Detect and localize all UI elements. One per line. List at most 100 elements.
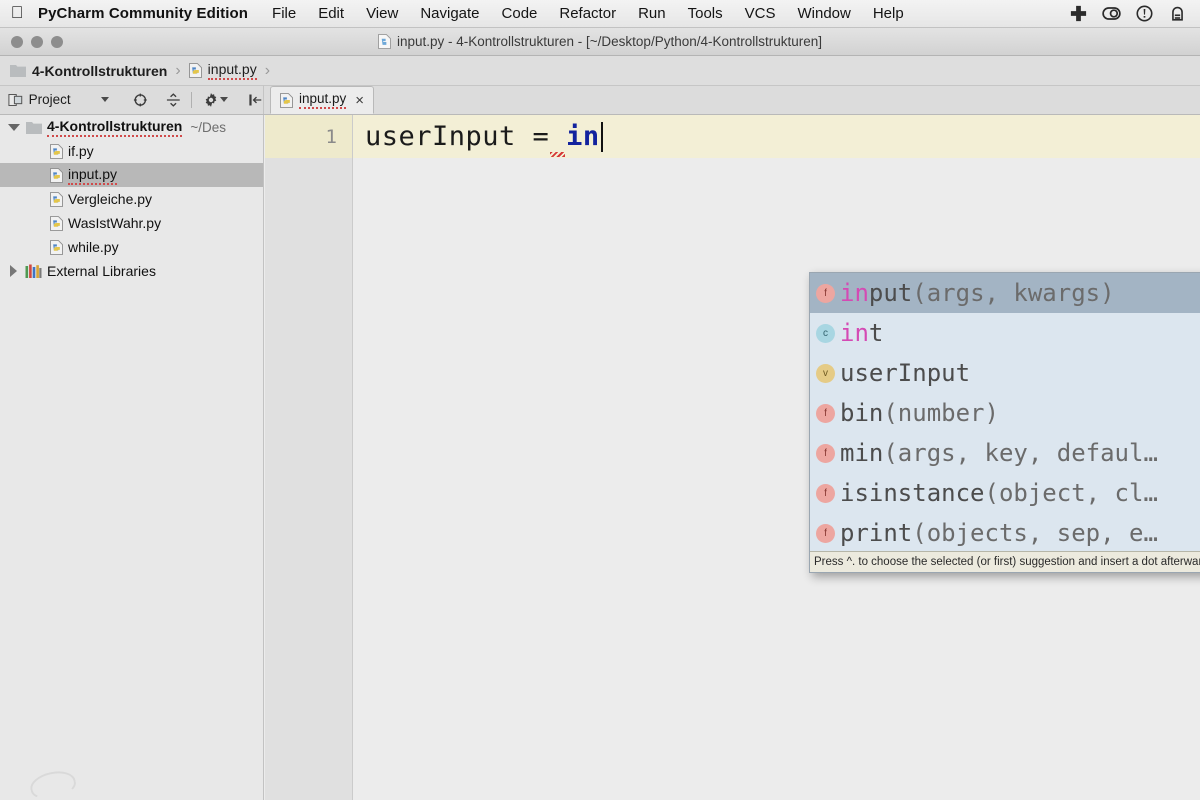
completion-args: (object, cl… [984, 479, 1158, 507]
editor-tab-label: input.py [299, 91, 347, 109]
menu-navigate[interactable]: Navigate [409, 5, 490, 22]
menu-file[interactable]: File [261, 5, 307, 22]
apple-logo-icon[interactable]:  [0, 3, 34, 25]
completion-match-prefix: in [840, 279, 869, 307]
completion-name-rest: print [840, 519, 913, 547]
gear-button[interactable] [203, 92, 229, 108]
completion-name-rest: put [868, 279, 913, 307]
completion-item-label: int [840, 319, 883, 347]
breadcrumb-item-project[interactable]: 4-Kontrollstrukturen [10, 63, 167, 79]
macos-menubar:  PyCharm Community Edition File Edit Vi… [0, 0, 1200, 28]
completion-item-label: min(args, key, defaul… [840, 439, 1158, 467]
breadcrumb: 4-Kontrollstrukturen › input.py › [0, 56, 1200, 86]
window-title: input.py - 4-Kontrollstrukturen - [~/Des… [0, 34, 1200, 49]
completion-item-label: isinstance(object, cl… [840, 479, 1158, 507]
project-panel-icon[interactable] [8, 92, 23, 108]
folder-icon [10, 65, 26, 77]
window-titlebar: input.py - 4-Kontrollstrukturen - [~/Des… [0, 28, 1200, 56]
editor-tabstrip: input.py × [264, 85, 1200, 114]
python-file-icon [50, 191, 63, 207]
function-icon: f [816, 403, 835, 423]
close-icon[interactable]: × [355, 92, 364, 109]
tree-row-external-libraries[interactable]: External Libraries [0, 259, 263, 283]
completion-name-rest: isinstance [840, 479, 985, 507]
completion-name-rest: min [840, 439, 884, 467]
python-file-icon [50, 167, 63, 183]
editor-tab-input-py[interactable]: input.py × [270, 86, 375, 114]
completion-item-label: userInput [840, 359, 970, 387]
completion-item-bin[interactable]: f bin(number) builtins [810, 393, 1200, 433]
completion-list[interactable]: f input(args, kwargs) builtins c int bui… [810, 273, 1200, 553]
plus-cross-icon[interactable] [1069, 4, 1088, 23]
hide-panel-icon[interactable] [248, 92, 263, 108]
pycharm-window:  PyCharm Community Edition File Edit Vi… [0, 0, 1200, 800]
breadcrumb-file-label: input.py [207, 61, 257, 80]
tree-row-root[interactable]: 4-Kontrollstrukturen ~/Des [0, 115, 263, 139]
creative-cloud-icon[interactable] [1102, 4, 1121, 23]
menu-view[interactable]: View [355, 5, 409, 22]
completion-item-input[interactable]: f input(args, kwargs) builtins [810, 273, 1200, 313]
menu-help[interactable]: Help [862, 5, 915, 22]
menu-edit[interactable]: Edit [307, 5, 355, 22]
function-icon: f [816, 443, 835, 463]
toolbar-separator [191, 91, 193, 108]
breadcrumb-separator-1: › [175, 61, 181, 79]
menu-vcs[interactable]: VCS [734, 5, 787, 22]
editor-gutter [265, 115, 353, 800]
tree-file-label: Vergleiche.py [68, 191, 153, 207]
completion-args: (args, key, defaul… [883, 439, 1158, 467]
folder-icon [26, 121, 42, 134]
function-icon: f [816, 283, 835, 303]
background-artifact [27, 767, 79, 800]
chevron-down-icon[interactable] [100, 97, 109, 102]
completion-args: (number) [883, 399, 999, 427]
python-file-icon [188, 63, 202, 78]
tree-file-label: WasIstWahr.py [68, 215, 162, 231]
completion-item-isinstance[interactable]: f isinstance(object, cl… builtins [810, 473, 1200, 513]
chevron-right-icon[interactable] [10, 265, 17, 277]
completion-match-prefix: in [840, 319, 869, 347]
tree-file-label: while.py [68, 239, 119, 255]
completion-item-min[interactable]: f min(args, key, defaul… builtins [810, 433, 1200, 473]
code-completion-popup[interactable]: f input(args, kwargs) builtins c int bui… [809, 272, 1200, 573]
code-line-1[interactable]: userInput = in [365, 115, 603, 158]
tree-file-label: input.py [68, 166, 118, 185]
gear-icon[interactable] [203, 92, 219, 108]
tree-root-path: ~/Des [190, 119, 226, 135]
tree-row-input-py[interactable]: input.py [0, 163, 263, 187]
toolwindow-header-row: Project input.py × [0, 85, 1200, 115]
menu-code[interactable]: Code [491, 5, 549, 22]
tree-row-if-py[interactable]: if.py [0, 139, 263, 163]
menu-tools[interactable]: Tools [677, 5, 734, 22]
chevron-down-icon[interactable] [8, 123, 20, 131]
menu-window[interactable]: Window [786, 5, 861, 22]
chevron-down-icon[interactable] [220, 97, 229, 102]
completion-item-label: input(args, kwargs) [840, 279, 1115, 307]
completion-item-label: bin(number) [840, 399, 999, 427]
project-panel-title[interactable]: Project [29, 92, 95, 107]
scroll-from-source-icon[interactable] [133, 92, 148, 108]
collapse-all-icon[interactable] [166, 92, 181, 108]
menu-run[interactable]: Run [627, 5, 677, 22]
completion-item-userinput[interactable]: v userInput [810, 353, 1200, 393]
class-icon: c [816, 323, 835, 343]
breadcrumb-separator-2: › [264, 61, 271, 79]
menubar-status-icons [1069, 4, 1200, 23]
code-editor[interactable]: 1 userInput = in f input(args, kwargs) b… [265, 115, 1200, 800]
completion-item-int[interactable]: c int builtins [810, 313, 1200, 353]
battery-icon[interactable] [1168, 4, 1187, 23]
error-whitespace-marker [549, 121, 566, 157]
breadcrumb-item-file[interactable]: input.py [188, 61, 257, 80]
project-tree-sidebar[interactable]: 4-Kontrollstrukturen ~/Des if.py input.p… [0, 115, 264, 800]
menu-refactor[interactable]: Refactor [548, 5, 627, 22]
completion-name-rest: userInput [840, 359, 971, 387]
line-number: 1 [325, 125, 337, 148]
tree-row-while-py[interactable]: while.py [0, 235, 263, 259]
menubar-app-name[interactable]: PyCharm Community Edition [34, 5, 261, 22]
tree-row-wasistwahr-py[interactable]: WasIstWahr.py [0, 211, 263, 235]
completion-hint-text: Press ^. to choose the selected (or firs… [814, 556, 1200, 568]
info-circle-icon[interactable] [1135, 4, 1154, 23]
tree-row-vergleiche-py[interactable]: Vergleiche.py [0, 187, 263, 211]
completion-item-print[interactable]: f print(objects, sep, e… builtins [810, 513, 1200, 553]
tree-root-label: 4-Kontrollstrukturen [47, 118, 183, 137]
